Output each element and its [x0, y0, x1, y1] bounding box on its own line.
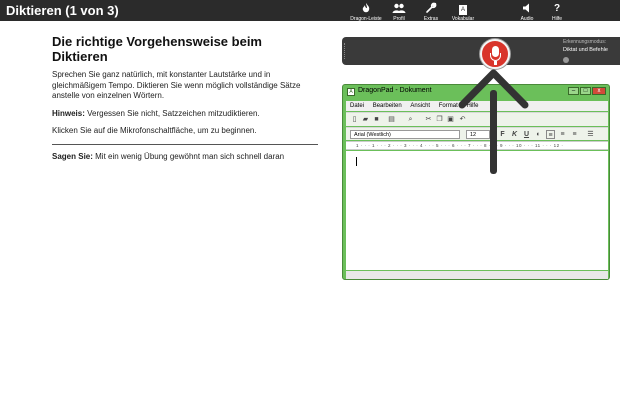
help-label: Hilfe [551, 16, 562, 22]
dragonpad-window: A DragonPad - Dokument – □ x Datei Bearb… [342, 84, 610, 280]
maximize-button[interactable]: □ [580, 87, 591, 95]
align-left-icon[interactable]: ≡ [546, 130, 555, 139]
menu-datei[interactable]: Datei [350, 103, 364, 109]
tools-button[interactable]: Extras [420, 2, 442, 26]
open-folder-icon[interactable]: ▰ [361, 115, 370, 124]
text-cursor [356, 157, 357, 166]
recognition-mode-label: Erkennungsmodus: [563, 39, 607, 45]
instruction-panel: Die richtige Vorgehensweise beim Diktier… [52, 34, 320, 169]
bold-button[interactable]: F [498, 130, 507, 139]
pointer-arrow-head [458, 69, 529, 109]
help-button[interactable]: ? Hilfe [550, 2, 564, 26]
help-icon: ? [553, 3, 561, 14]
underline-button[interactable]: U [522, 130, 531, 139]
document-area[interactable] [346, 151, 608, 270]
dragon-flame-icon [348, 2, 384, 16]
ruler: 1 · · · 1 · · · 2 · · · 3 · · · 4 · · · … [346, 141, 608, 150]
say-label: Sagen Sie: [52, 151, 93, 161]
save-icon[interactable]: ■ [372, 115, 381, 124]
intro-text: Sprechen Sie ganz natürlich, mit konstan… [52, 70, 301, 100]
undo-icon[interactable]: ↶ [458, 115, 467, 124]
hint-body: Vergessen Sie nicht, Satzzeichen mitzudi… [84, 108, 260, 118]
window-title: DragonPad - Dokument [358, 87, 432, 94]
say-body: Mit ein wenig Übung gewöhnt man sich sch… [92, 151, 285, 161]
hint-text: Hinweis: Vergessen Sie nicht, Satzzeiche… [52, 109, 320, 120]
mic-instruction: Klicken Sie auf die Mikrofonschaltfläche… [52, 126, 257, 135]
users-icon [389, 2, 409, 16]
align-right-icon[interactable]: ≡ [570, 130, 579, 139]
format-toolbar: Arial (Westlich) 12 F K U ◐ ≡ ≡ ≡ ☰ [346, 127, 608, 140]
close-button[interactable]: x [592, 87, 606, 95]
font-select[interactable]: Arial (Westlich) [350, 130, 460, 139]
align-center-icon[interactable]: ≡ [558, 130, 567, 139]
italic-button[interactable]: K [510, 130, 519, 139]
profile-button[interactable]: Profil [389, 2, 409, 26]
menu-ansicht[interactable]: Ansicht [410, 103, 430, 109]
audio-button[interactable]: Audio [516, 2, 538, 26]
print-icon[interactable]: ▤ [387, 115, 396, 124]
say-text: Sagen Sie: Mit ein wenig Übung gewöhnt m… [52, 152, 320, 163]
new-document-icon[interactable]: ▯ [350, 115, 359, 124]
find-icon[interactable]: ⌕ [406, 115, 415, 124]
highlight-icon[interactable]: ◐ [534, 130, 543, 139]
wrench-icon [420, 2, 442, 16]
menu-bearbeiten[interactable]: Bearbeiten [373, 103, 402, 109]
standard-toolbar: ▯ ▰ ■ ▤ ⌕ ✂ ❐ ▣ ↶ [346, 112, 608, 126]
tools-label: Extras [423, 16, 439, 22]
menu-format[interactable]: Format [439, 103, 458, 109]
dragon-bar-label: Dragon-Leiste [350, 16, 382, 22]
status-bar [346, 271, 608, 279]
cut-icon[interactable]: ✂ [424, 115, 433, 124]
hint-label: Hinweis: [52, 108, 85, 118]
vocabulary-button[interactable]: A Vokabular [449, 2, 477, 26]
book-icon: A [459, 5, 467, 15]
divider [52, 143, 318, 145]
minimize-button[interactable]: – [568, 87, 579, 95]
page-title: Diktieren (1 von 3) [6, 3, 119, 18]
drag-handle[interactable] [344, 43, 346, 59]
paste-icon[interactable]: ▣ [446, 115, 455, 124]
recognition-mode-panel[interactable]: Erkennungsmodus: Diktat und Befehle [560, 37, 620, 65]
profile-label: Profil [393, 16, 405, 22]
recognition-mode-value[interactable]: Diktat und Befehle [560, 45, 620, 53]
vocabulary-label: Vokabular [451, 16, 475, 22]
speaker-icon [516, 2, 538, 16]
mode-indicator [563, 57, 569, 63]
font-size-select[interactable]: 12 [466, 130, 490, 139]
dragonpad-app-icon: A [347, 88, 355, 96]
dragon-bar-button[interactable]: Dragon-Leiste [348, 2, 384, 26]
audio-label: Audio [520, 16, 534, 22]
copy-icon[interactable]: ❐ [435, 115, 444, 124]
section-heading: Die richtige Vorgehensweise beim Diktier… [52, 34, 262, 64]
bullet-list-icon[interactable]: ☰ [586, 130, 595, 139]
